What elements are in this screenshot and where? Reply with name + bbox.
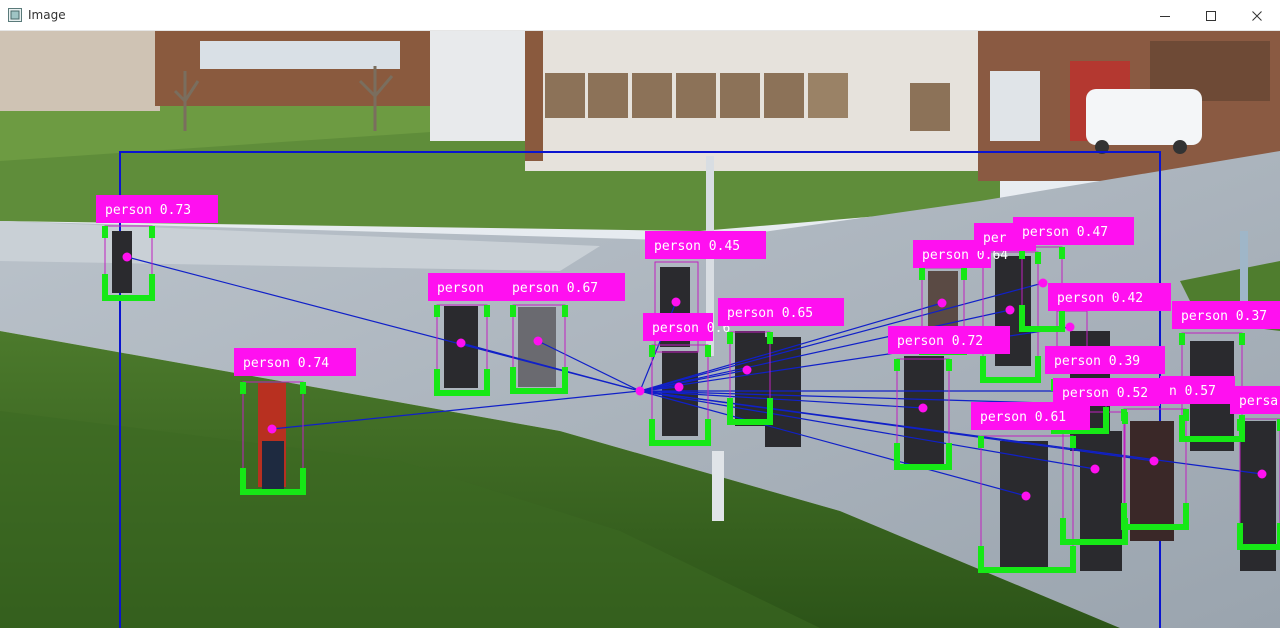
center-dot xyxy=(937,298,947,308)
center-dot xyxy=(674,382,684,392)
label-text: person 0.42 xyxy=(1057,291,1143,306)
center-dot xyxy=(456,338,466,348)
center-dot xyxy=(1038,278,1048,288)
detection-label: person 0.37 xyxy=(1172,301,1280,329)
center-dot xyxy=(1149,456,1159,466)
detection-label: n 0.57 xyxy=(1160,376,1235,404)
center-dot xyxy=(267,424,277,434)
hub-point xyxy=(635,386,645,396)
detection-label: person 0.42 xyxy=(1048,283,1171,311)
detection-label: person xyxy=(428,273,510,301)
window-titlebar: Image xyxy=(0,0,1280,31)
center-dot xyxy=(1090,464,1100,474)
center-dot xyxy=(918,403,928,413)
label-text: person 0.72 xyxy=(897,334,983,349)
center-dot xyxy=(1005,305,1015,315)
label-text: person 0.52 xyxy=(1062,386,1148,401)
detection-label: person 0.67 xyxy=(503,273,625,301)
detection-label: person 0.73 xyxy=(96,195,218,223)
label-text: person 0.73 xyxy=(105,203,191,218)
center-dot xyxy=(671,297,681,307)
window-title: Image xyxy=(28,8,66,22)
minimize-icon xyxy=(1160,15,1170,17)
maximize-button[interactable] xyxy=(1188,0,1234,31)
close-icon xyxy=(1252,10,1262,21)
detection-scene: person 0.73 person 0.74 person person 0.67 p… xyxy=(0,31,1280,628)
label-text: person 0.39 xyxy=(1054,354,1140,369)
minimize-button[interactable] xyxy=(1142,0,1188,31)
label-text: person 0.67 xyxy=(512,281,598,296)
center-dot xyxy=(742,365,752,375)
label-text: person 0.47 xyxy=(1022,225,1108,240)
label-text: n 0.57 xyxy=(1169,384,1216,399)
detection-label: persa xyxy=(1230,386,1280,414)
detection-label: person 0.39 xyxy=(1045,346,1165,374)
detection-label: person 0.61 xyxy=(971,402,1090,430)
center-dot xyxy=(1257,469,1267,479)
detection-label: person 0.74 xyxy=(234,348,356,376)
center-dot xyxy=(1065,322,1075,332)
detection-label: person 0.72 xyxy=(888,326,1010,354)
close-button[interactable] xyxy=(1234,0,1280,31)
center-dot xyxy=(533,336,543,346)
detection-label: person 0.65 xyxy=(718,298,844,326)
label-text: person 0.65 xyxy=(727,306,813,321)
label-text: person 0.37 xyxy=(1181,309,1267,324)
label-text: person 0.74 xyxy=(243,356,329,371)
label-text: persa xyxy=(1239,394,1278,409)
center-dot xyxy=(122,252,132,262)
detection-label: person 0.45 xyxy=(645,231,766,259)
label-text: person xyxy=(437,281,484,296)
label-text: per xyxy=(983,231,1007,246)
maximize-icon xyxy=(1206,10,1216,21)
image-canvas: person 0.73 person 0.74 person person 0.67 p… xyxy=(0,31,1280,628)
label-text: person 0.61 xyxy=(980,410,1066,425)
center-dot xyxy=(1021,491,1031,501)
label-text: person 0.45 xyxy=(654,239,740,254)
image-window-icon xyxy=(8,8,22,22)
detection-label: person 0.47 xyxy=(1013,217,1134,245)
detection-label: person 0.52 xyxy=(1053,378,1160,406)
